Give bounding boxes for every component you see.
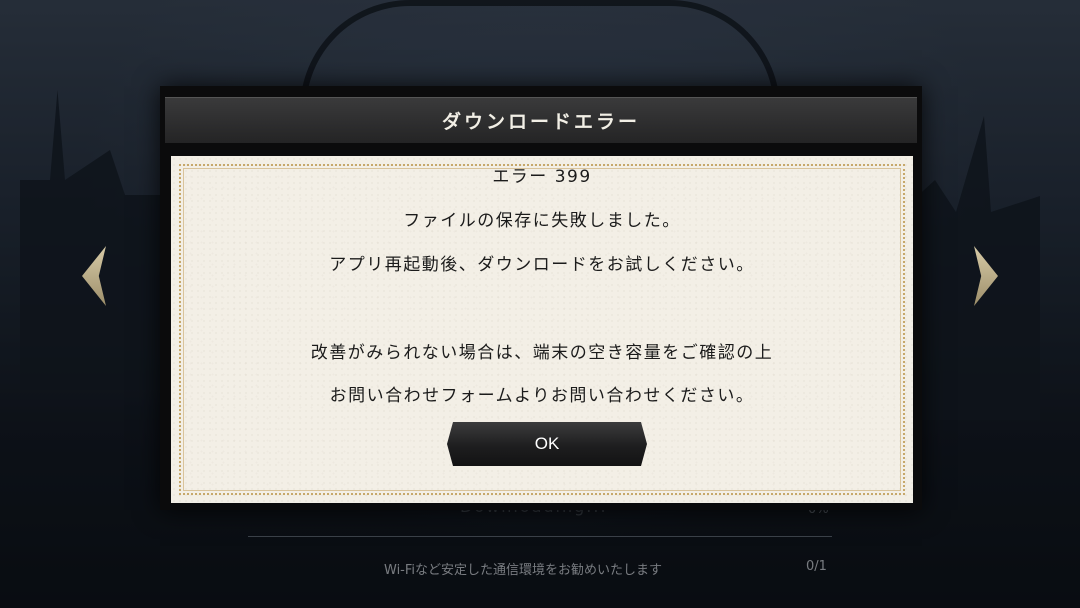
dialog-title: ダウンロードエラー xyxy=(441,111,640,133)
error-message-line1: ファイルの保存に失敗しました。 xyxy=(403,211,681,231)
error-dialog: ダウンロードエラー エラー 399 ファイルの保存に失敗しました。 アプリ再起動… xyxy=(160,86,922,510)
ok-button[interactable]: OK xyxy=(447,422,647,466)
error-code: エラー 399 xyxy=(492,167,592,187)
dialog-header: ダウンロードエラー xyxy=(165,97,917,143)
dialog-body: エラー 399 ファイルの保存に失敗しました。 アプリ再起動後、ダウンロードをお… xyxy=(171,156,913,503)
error-message-line2: アプリ再起動後、ダウンロードをお試しください。 xyxy=(329,255,755,275)
error-message-line4: お問い合わせフォームよりお問い合わせください。 xyxy=(329,386,755,406)
error-message-line3: 改善がみられない場合は、端末の空き容量をご確認の上 xyxy=(310,343,774,363)
